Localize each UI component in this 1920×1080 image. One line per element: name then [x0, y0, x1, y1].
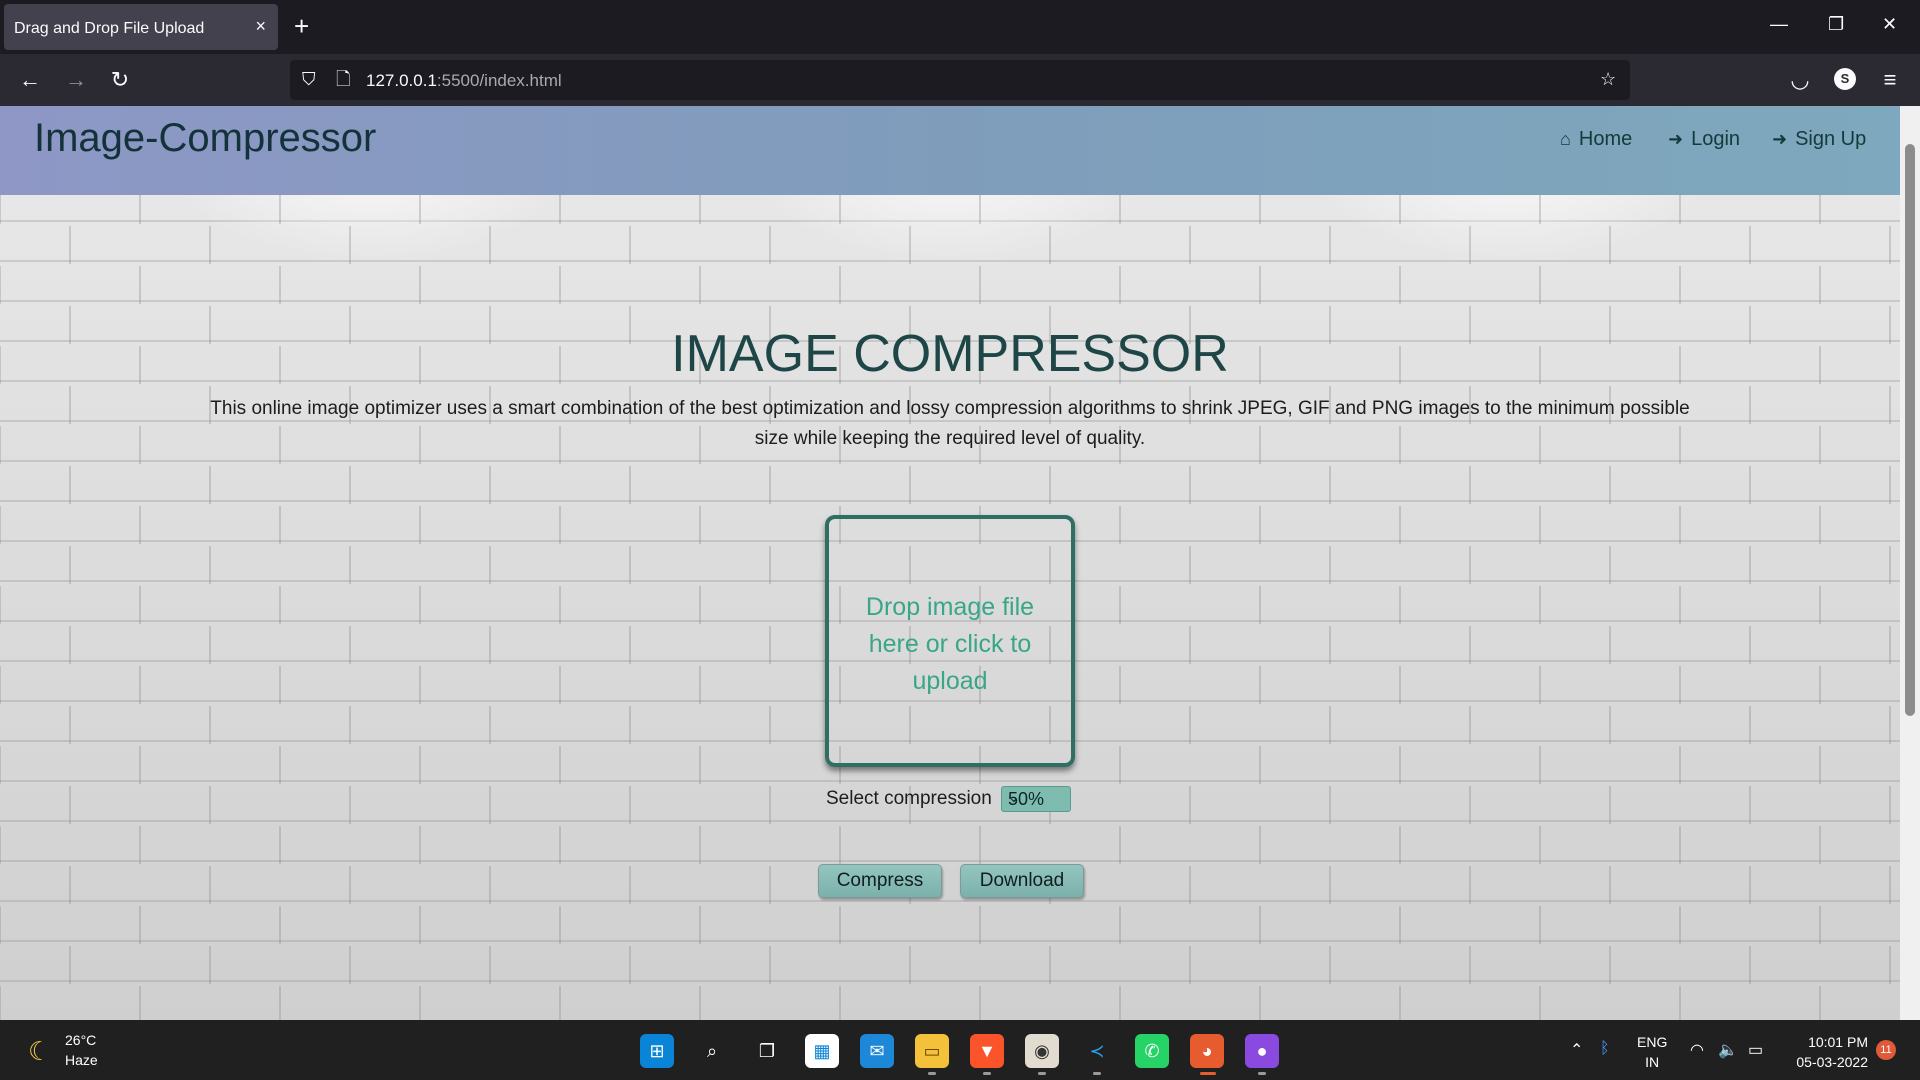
weather-temperature[interactable]: 26°C — [65, 1032, 96, 1048]
search-icon[interactable]: ⌕ — [695, 1034, 729, 1068]
os-taskbar: ☾ 26°C Haze ⊞ ⌕ ❐ ▦ ✉ ▭ ▼ ◉ ≺ ✆ ◕ ● ⌃ ᛒ … — [0, 1020, 1920, 1080]
notification-badge[interactable]: 11 — [1876, 1040, 1896, 1060]
tray-chevron-up-icon[interactable]: ⌃ — [1570, 1040, 1583, 1060]
nav-home-label: Home — [1578, 128, 1633, 150]
sign-in-icon: ➜ — [1772, 129, 1788, 149]
page-viewport: Image-Compressor ⌂ Home ➜ Login ➜ Sign Up I… — [0, 106, 1900, 1020]
active-indicator — [1200, 1072, 1216, 1075]
site-brand[interactable]: Image-Compressor — [34, 116, 376, 161]
running-indicator — [1038, 1072, 1046, 1075]
language-indicator[interactable]: ENG IN — [1637, 1032, 1667, 1072]
running-indicator — [1258, 1072, 1266, 1075]
system-clock[interactable]: 10:01 PM 05-03-2022 — [1788, 1032, 1868, 1072]
browser-nav-bar: ← → ↻ ⛉ 🗋 127.0.0.1:5500/index.html ☆ ◡ … — [0, 54, 1920, 106]
site-header: Image-Compressor ⌂ Home ➜ Login ➜ Sign Up — [0, 106, 1900, 195]
file-explorer-icon[interactable]: ▭ — [915, 1034, 949, 1068]
reload-icon[interactable]: ↻ — [106, 66, 134, 94]
windows-start-icon[interactable]: ⊞ — [640, 1034, 674, 1068]
weather-condition[interactable]: Haze — [65, 1052, 98, 1068]
browser-tab[interactable]: Drag and Drop File Upload × — [4, 4, 278, 50]
clock-time: 10:01 PM — [1808, 1034, 1868, 1050]
brave-icon[interactable]: ▼ — [970, 1034, 1004, 1068]
forward-arrow-icon[interactable]: → — [62, 66, 90, 94]
page-scrollbar[interactable] — [1900, 106, 1920, 1020]
restore-button[interactable]: ❐ — [1828, 14, 1844, 34]
moon-weather-icon[interactable]: ☾ — [28, 1036, 51, 1067]
chrome-icon[interactable]: ◉ — [1025, 1034, 1059, 1068]
browser-tab-bar: Drag and Drop File Upload × + — ❐ ✕ — [0, 0, 1920, 54]
page-icon: 🗋 — [336, 69, 351, 89]
home-icon: ⌂ — [1560, 129, 1571, 149]
dropzone-text: Drop image file here or click to upload — [865, 593, 1035, 695]
compression-label: Select compression — [826, 788, 992, 809]
nav-signup-label: Sign Up — [1795, 128, 1867, 150]
running-indicator — [1093, 1072, 1101, 1075]
tab-title: Drag and Drop File Upload — [14, 20, 205, 37]
nav-home[interactable]: ⌂ Home — [1560, 128, 1632, 151]
running-indicator — [928, 1072, 936, 1075]
bookmark-star-icon[interactable]: ☆ — [1600, 68, 1616, 90]
menu-hamburger-icon[interactable]: ≡ — [1876, 66, 1904, 94]
region-code: IN — [1645, 1054, 1660, 1070]
download-button[interactable]: Download — [960, 864, 1084, 898]
chevron-down-icon: ⌄ — [1008, 789, 1020, 805]
battery-icon[interactable]: ▭ — [1748, 1040, 1763, 1060]
sign-in-icon: ➜ — [1668, 129, 1684, 149]
profile-avatar[interactable]: S — [1834, 68, 1856, 90]
task-view-icon[interactable]: ❐ — [750, 1034, 784, 1068]
bluetooth-icon[interactable]: ᛒ — [1600, 1040, 1610, 1058]
tab-close-icon[interactable]: × — [255, 16, 266, 36]
url-text[interactable]: 127.0.0.1:5500/index.html — [366, 71, 562, 91]
mail-icon[interactable]: ✉ — [860, 1034, 894, 1068]
page-description: This online image optimizer uses a smart… — [210, 398, 1690, 449]
nav-login[interactable]: ➜ Login — [1668, 128, 1740, 151]
running-indicator — [983, 1072, 991, 1075]
firefox-icon[interactable]: ◕ — [1190, 1034, 1224, 1068]
clock-date: 05-03-2022 — [1796, 1054, 1868, 1070]
pocket-icon[interactable]: ◡ — [1786, 66, 1814, 94]
address-bar[interactable]: ⛉ 🗋 127.0.0.1:5500/index.html ☆ — [290, 60, 1630, 100]
new-tab-button[interactable]: + — [294, 12, 309, 40]
language-code: ENG — [1637, 1034, 1668, 1050]
volume-icon[interactable]: 🔈 — [1718, 1040, 1738, 1060]
minimize-button[interactable]: — — [1770, 14, 1788, 34]
wifi-icon[interactable]: ◠ — [1690, 1040, 1704, 1060]
back-arrow-icon[interactable]: ← — [16, 66, 44, 94]
microsoft-store-icon[interactable]: ▦ — [805, 1034, 839, 1068]
close-window-button[interactable]: ✕ — [1882, 14, 1897, 34]
compression-select[interactable]: 50% ⌄ — [1001, 786, 1071, 812]
github-icon[interactable]: ● — [1245, 1034, 1279, 1068]
file-dropzone[interactable]: Drop image file here or click to upload — [825, 515, 1075, 767]
nav-signup[interactable]: ➜ Sign Up — [1772, 128, 1866, 151]
vscode-icon[interactable]: ≺ — [1080, 1034, 1114, 1068]
nav-login-label: Login — [1691, 128, 1741, 150]
whatsapp-icon[interactable]: ✆ — [1135, 1034, 1169, 1068]
compress-button[interactable]: Compress — [818, 864, 942, 898]
scrollbar-thumb[interactable] — [1905, 144, 1915, 716]
page-title: IMAGE COMPRESSOR — [671, 325, 1229, 383]
shield-icon[interactable]: ⛉ — [302, 68, 316, 90]
